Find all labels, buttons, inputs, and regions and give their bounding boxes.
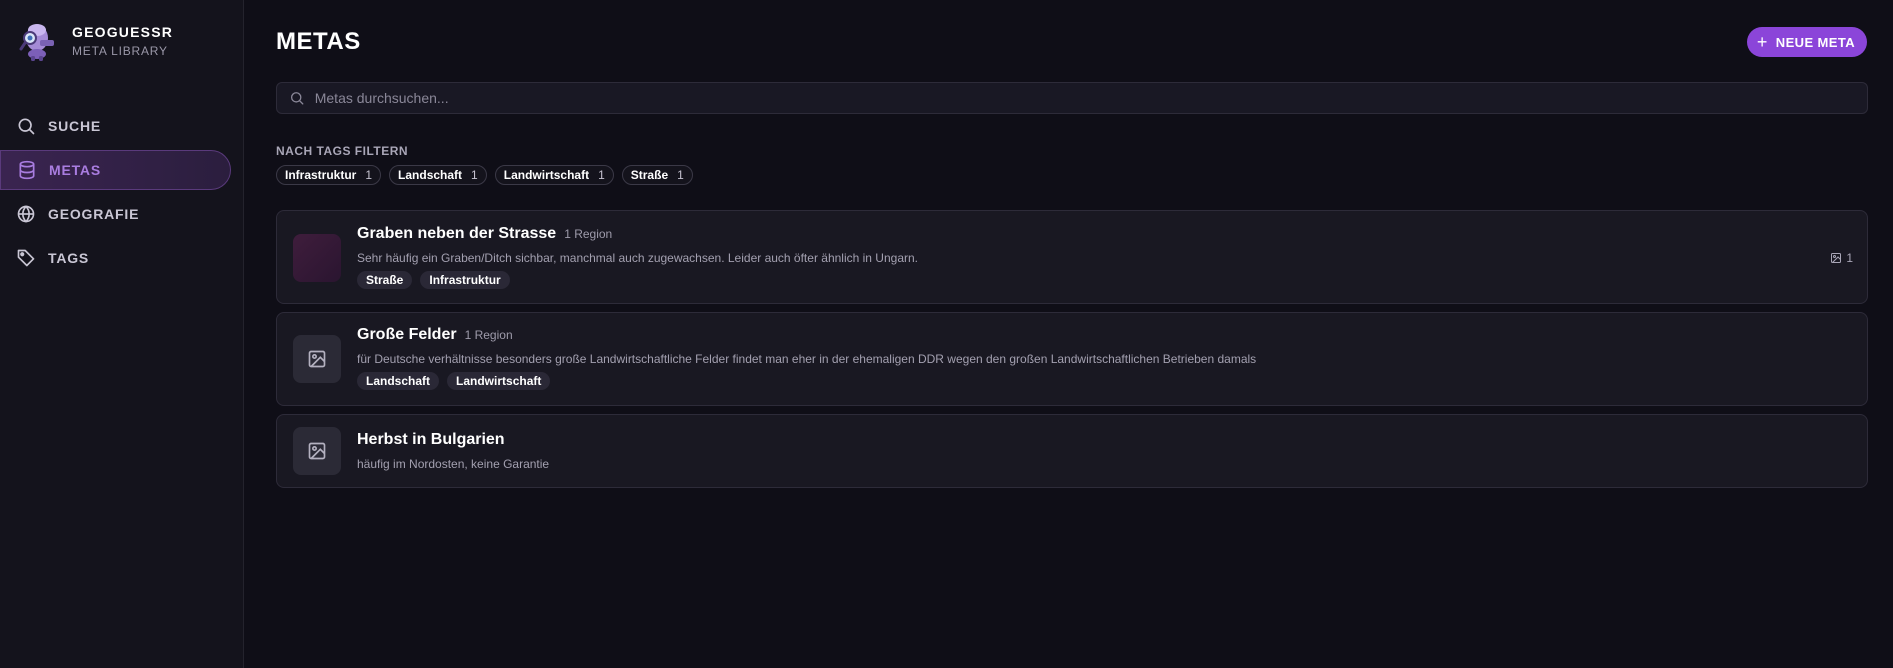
image-count-badge: 1: [1830, 251, 1853, 265]
meta-tag: Landwirtschaft: [447, 372, 551, 390]
sidebar-item-label: GEOGRAFIE: [48, 206, 140, 222]
filter-tag-count: 1: [471, 168, 478, 182]
image-placeholder-icon: [308, 350, 326, 368]
meta-card-body: Herbst in Bulgarien häufig im Nordosten,…: [357, 431, 549, 471]
plus-icon: +: [1756, 32, 1768, 52]
filter-tag-list: Infrastruktur 1 Landschaft 1 Landwirtsch…: [276, 165, 701, 185]
filter-tag-name: Straße: [630, 168, 669, 182]
meta-card[interactable]: Graben neben der Strasse 1 Region Sehr h…: [276, 210, 1868, 304]
new-meta-button-label: NEUE META: [1775, 34, 1855, 50]
brand-subtitle: META LIBRARY: [72, 44, 168, 58]
sidebar-item-label: TAGS: [48, 250, 90, 266]
sidebar-nav: SUCHE METAS GEOGRAFIE TAGS: [0, 106, 244, 282]
filter-tag-landschaft[interactable]: Landschaft 1: [389, 165, 487, 185]
new-meta-button[interactable]: + NEUE META: [1746, 27, 1867, 57]
sidebar-item-suche[interactable]: SUCHE: [0, 106, 231, 146]
filter-tag-name: Landschaft: [398, 168, 463, 182]
app-root: GEOGUESSR META LIBRARY SUCHE METAS GEOGR…: [0, 0, 1893, 668]
meta-title: Graben neben der Strasse: [357, 225, 557, 242]
brand[interactable]: GEOGUESSR META LIBRARY: [18, 20, 173, 62]
database-icon: [19, 160, 35, 180]
meta-region-count: 1 Region: [464, 328, 513, 342]
meta-thumbnail: [293, 427, 341, 475]
meta-card-body: Große Felder 1 Region für Deutsche verhä…: [357, 326, 1256, 390]
sidebar-item-tags[interactable]: TAGS: [0, 238, 231, 278]
filter-tag-name: Landwirtschaft: [503, 168, 590, 182]
sidebar-item-metas[interactable]: METAS: [0, 150, 231, 190]
filter-label: NACH TAGS FILTERN: [276, 144, 409, 158]
sidebar-item-geografie[interactable]: GEOGRAFIE: [0, 194, 231, 234]
globe-icon: [17, 205, 35, 223]
image-placeholder-icon: [308, 442, 326, 460]
meta-region-count: 1 Region: [564, 227, 613, 241]
meta-description: Sehr häufig ein Graben/Ditch sichbar, ma…: [357, 251, 918, 265]
meta-tag: Infrastruktur: [420, 271, 510, 289]
meta-thumbnail: [293, 335, 341, 383]
filter-tag-count: 1: [598, 168, 605, 182]
sidebar: GEOGUESSR META LIBRARY SUCHE METAS GEOGR…: [0, 0, 244, 668]
filter-tag-infrastruktur[interactable]: Infrastruktur 1: [276, 165, 382, 185]
filter-tag-name: Infrastruktur: [285, 168, 357, 182]
meta-description: häufig im Nordosten, keine Garantie: [357, 457, 550, 471]
meta-title: Große Felder: [357, 326, 457, 343]
meta-tag: Landschaft: [357, 372, 440, 390]
filter-tag-count: 1: [677, 168, 684, 182]
filter-tag-count: 1: [365, 168, 373, 182]
meta-card[interactable]: Herbst in Bulgarien häufig im Nordosten,…: [276, 414, 1868, 488]
meta-tag-list: Straße Infrastruktur: [357, 271, 918, 289]
tag-icon: [17, 249, 35, 267]
brand-title: GEOGUESSR: [72, 24, 174, 40]
meta-card[interactable]: Große Felder 1 Region für Deutsche verhä…: [276, 312, 1868, 406]
search-icon: [290, 92, 304, 105]
sidebar-item-label: METAS: [49, 162, 101, 178]
meta-tag-list: Landschaft Landwirtschaft: [357, 372, 1256, 390]
image-icon: [1831, 253, 1842, 263]
mascot-logo-icon: [19, 24, 54, 61]
search-bar: [276, 82, 1868, 114]
meta-description: für Deutsche verhältnisse besonders groß…: [357, 352, 1257, 366]
filter-tag-landwirtschaft[interactable]: Landwirtschaft 1: [494, 165, 614, 185]
search-icon: [18, 118, 35, 135]
sidebar-item-label: SUCHE: [48, 118, 102, 134]
meta-tag: Straße: [357, 271, 413, 289]
meta-thumbnail: [293, 234, 341, 282]
meta-list: Graben neben der Strasse 1 Region Sehr h…: [276, 210, 1868, 496]
meta-card-body: Graben neben der Strasse 1 Region Sehr h…: [357, 225, 918, 289]
page-title: METAS: [276, 28, 361, 55]
image-count: 1: [1846, 251, 1853, 265]
search-input[interactable]: [314, 90, 1867, 106]
meta-title: Herbst in Bulgarien: [357, 431, 505, 448]
filter-tag-strasse[interactable]: Straße 1: [621, 165, 693, 185]
main-content: METAS + NEUE META NACH TAGS FILTERN Infr…: [244, 0, 1893, 668]
